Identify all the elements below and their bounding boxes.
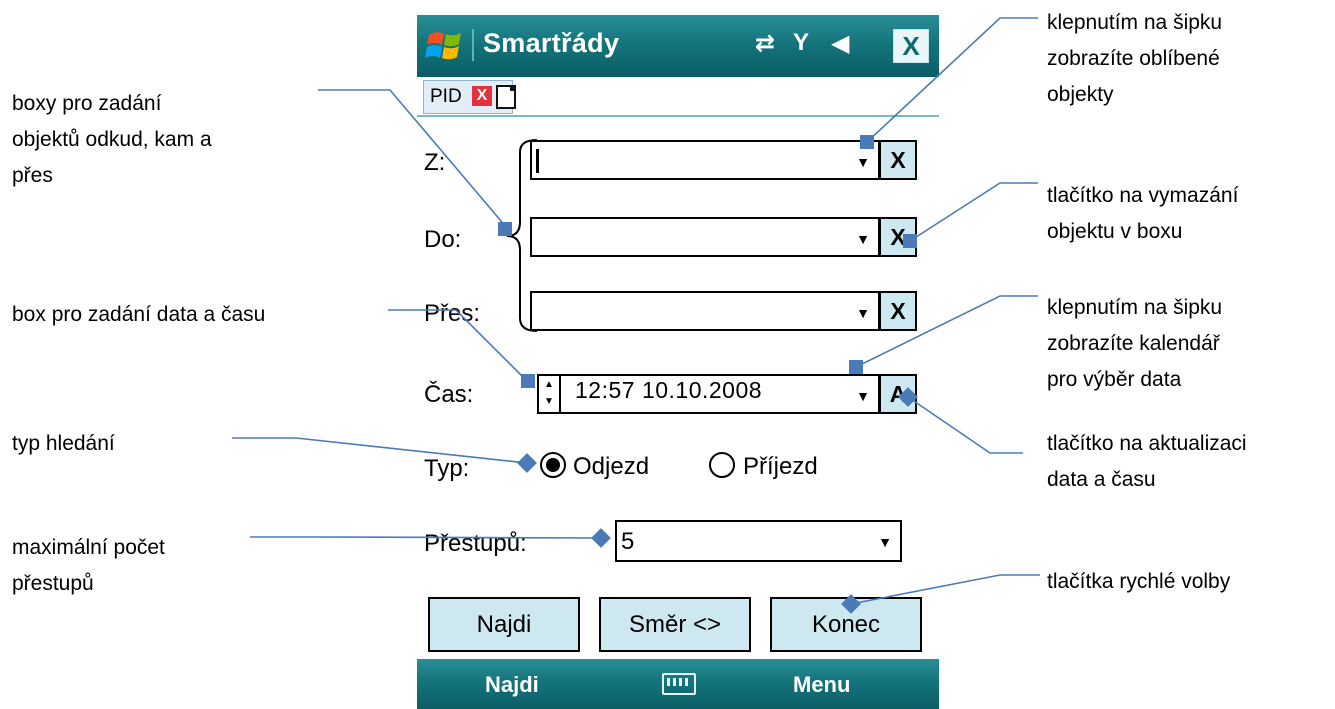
swap-direction-button[interactable]: Směr <> [599,597,751,652]
close-button[interactable]: X [893,29,929,63]
transfers-label: Přestupů: [424,530,527,557]
signal-off-icon[interactable]: Y [793,29,809,57]
softkey-bar: Najdi Menu [417,659,939,709]
note-search-type: typ hledání [12,432,115,455]
softkey-left[interactable]: Najdi [485,672,539,698]
radio-arrival-label[interactable]: Příjezd [743,453,818,481]
to-label: Do: [424,226,462,253]
app-title: Smartřády [483,28,620,58]
type-label: Typ: [424,455,470,482]
note-update-button: tlačítko na aktualizaci data a času [1047,426,1247,498]
radio-departure[interactable] [540,452,566,478]
note-line: zobrazíte kalendář [1047,332,1220,355]
note-line: klepnutím na šipku [1047,296,1223,319]
note-line: objekty [1047,83,1114,106]
note-line: zobrazíte oblíbené [1047,47,1220,70]
note-line: přestupů [12,572,94,595]
note-max-transfers: maximální počet přestupů [12,530,165,602]
to-combo[interactable]: ▼ [530,217,880,257]
note-line: data a času [1047,468,1156,491]
note-line: boxy pro zadání [12,92,162,115]
title-bar: Smartřády ⇄ Y ◀ X [417,15,939,77]
note-boxes: boxy pro zadání objektů odkud, kam a pře… [12,86,212,194]
note-line: tlačítko na vymazání [1047,184,1239,207]
tab-label: PID [430,86,462,107]
transfers-value: 5 [621,528,635,555]
chevron-down-icon[interactable]: ▼ [878,534,892,550]
note-line: objektu v boxu [1047,220,1183,243]
tab-strip: PID X [417,77,939,117]
via-label: Přes: [424,300,481,327]
radio-departure-label[interactable]: Odjezd [573,453,649,481]
note-favorites: klepnutím na šipku zobrazíte oblíbené ob… [1047,5,1222,113]
exit-button[interactable]: Konec [770,597,922,652]
note-clear-button: tlačítko na vymazání objektu v boxu [1047,178,1238,250]
note-line: klepnutím na šipku [1047,11,1223,34]
from-label: Z: [424,149,446,176]
note-line: objektů odkud, kam a [12,128,212,151]
favorites-dropdown-icon[interactable]: ▼ [856,231,870,247]
note-datebox: box pro zadání data a času [12,303,266,326]
time-spinner[interactable]: ▲ ▼ [537,374,561,414]
time-label: Čas: [424,381,474,408]
datetime-value: 12:57 10.10.2008 [575,377,763,403]
calendar-dropdown-icon[interactable]: ▼ [856,388,870,404]
keyboard-icon[interactable] [662,673,696,695]
find-button[interactable]: Najdi [428,597,580,652]
transfers-combo[interactable]: 5 ▼ [615,520,902,562]
favorites-dropdown-icon[interactable]: ▼ [856,305,870,321]
title-separator [472,29,474,61]
tab-close-icon[interactable]: X [472,86,492,106]
favorites-dropdown-icon[interactable]: ▼ [856,154,870,170]
note-line: pro výběr data [1047,368,1182,391]
connectivity-icon[interactable]: ⇄ [755,29,775,58]
radio-arrival[interactable] [709,452,735,478]
note-line: přes [12,164,53,187]
from-combo[interactable]: ▼ [530,140,880,180]
tab-pid[interactable]: PID X [423,80,516,114]
note-calendar: klepnutím na šipku zobrazíte kalendář pr… [1047,290,1222,398]
speaker-icon[interactable]: ◀ [831,29,849,58]
clear-from-button[interactable]: X [879,140,917,180]
update-datetime-button[interactable]: A [879,374,917,414]
note-quick-buttons: tlačítka rychlé volby [1047,570,1231,593]
via-combo[interactable]: ▼ [530,291,880,331]
note-line: tlačítko na aktualizaci [1047,432,1247,455]
softkey-right[interactable]: Menu [793,672,850,698]
text-cursor [536,149,539,173]
note-line: maximální počet [12,536,165,559]
clear-to-button[interactable]: X [879,217,917,257]
clear-via-button[interactable]: X [879,291,917,331]
new-tab-icon[interactable] [496,85,516,109]
windows-logo-icon[interactable] [425,27,465,65]
